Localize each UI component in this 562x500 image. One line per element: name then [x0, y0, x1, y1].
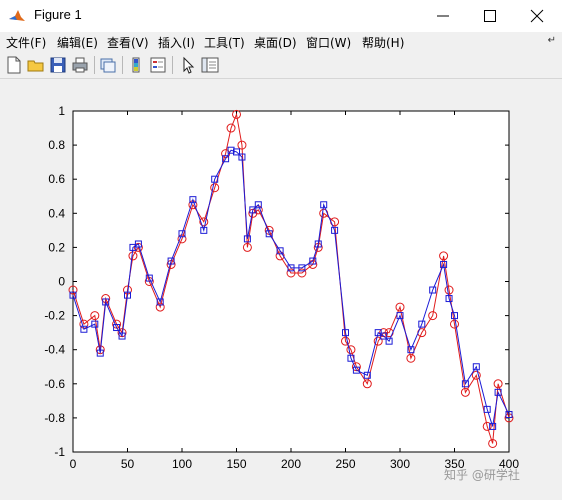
minimize-icon	[437, 15, 449, 17]
menu-tools[interactable]: 工具(T)	[204, 34, 245, 51]
menu-file[interactable]: 文件(F)	[6, 34, 46, 51]
y-tick-label: 0.4	[48, 206, 65, 220]
copy-figure-icon[interactable]	[98, 55, 118, 75]
y-tick-label: 0	[58, 275, 65, 289]
colorbar-icon[interactable]	[126, 55, 146, 75]
y-tick-label: 0.6	[48, 172, 65, 186]
x-tick-label: 100	[172, 457, 192, 471]
curved-arrow-icon[interactable]: ↵	[548, 35, 556, 46]
x-tick-label: 250	[335, 457, 355, 471]
menu-help[interactable]: 帮助(H)	[362, 34, 404, 51]
menu-insert[interactable]: 插入(I)	[158, 34, 195, 51]
toolbar-separator	[94, 56, 95, 74]
y-tick-label: -0.8	[44, 411, 65, 425]
legend-icon[interactable]	[148, 55, 168, 75]
new-figure-icon[interactable]	[4, 55, 24, 75]
title-bar: Figure 1	[0, 0, 562, 32]
save-icon[interactable]	[48, 55, 68, 75]
watermark: 知乎 @研学社	[444, 468, 520, 482]
plot-area	[72, 110, 510, 453]
y-tick-label: -0.4	[44, 343, 65, 357]
plot-axes[interactable]: 0 50 100 150 200 250 300 350 400-1-0.8-0.6-0.4-0…	[0, 79, 562, 500]
menu-window[interactable]: 窗口(W)	[306, 34, 351, 51]
matlab-icon	[8, 7, 26, 25]
figure-canvas[interactable]: 0 50 100 150 200 250 300 350 400 -1 -0.8 -0.6 -0.4 -0…	[0, 79, 562, 500]
open-file-icon[interactable]	[26, 55, 46, 75]
print-icon[interactable]	[70, 55, 90, 75]
x-tick-label: 50	[121, 457, 135, 471]
pointer-icon[interactable]	[178, 55, 198, 75]
menu-bar: 文件(F) 编辑(E) 查看(V) 插入(I) 工具(T) 桌面(D) 窗口(W…	[0, 32, 562, 52]
y-tick-label: -1	[54, 445, 65, 459]
minimize-button[interactable]	[420, 0, 466, 32]
menu-view[interactable]: 查看(V)	[107, 34, 149, 51]
y-tick-label: 1	[58, 104, 65, 118]
x-tick-label: 300	[390, 457, 410, 471]
y-tick-label: -0.2	[44, 309, 65, 323]
maximize-icon	[484, 10, 496, 22]
y-tick-label: 0.8	[48, 138, 65, 152]
y-tick-label: 0.2	[48, 240, 65, 254]
x-tick-label: 150	[226, 457, 246, 471]
menu-edit[interactable]: 编辑(E)	[57, 34, 98, 51]
x-tick-label: 0	[70, 457, 77, 471]
x-tick-label: 200	[281, 457, 301, 471]
close-button[interactable]	[514, 0, 560, 32]
maximize-button[interactable]	[467, 0, 513, 32]
window-title: Figure 1	[34, 7, 82, 22]
close-icon	[530, 9, 544, 23]
y-tick-label: -0.6	[44, 377, 65, 391]
toolbar-separator	[172, 56, 173, 74]
toolbar-separator	[122, 56, 123, 74]
toolbar	[0, 52, 562, 79]
menu-desktop[interactable]: 桌面(D)	[254, 34, 297, 51]
property-editor-icon[interactable]	[200, 55, 220, 75]
